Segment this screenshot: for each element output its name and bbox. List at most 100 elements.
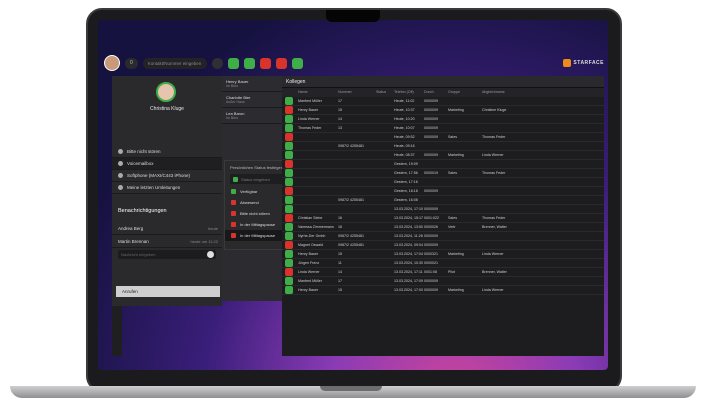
app-icon-green-3[interactable]	[291, 57, 303, 69]
table-cell	[282, 267, 298, 277]
table-row[interactable]: 0987/2 4255481 Gestern, 16:08	[282, 195, 604, 205]
table-row[interactable]: Gestern, 19:09	[282, 159, 604, 169]
table-cell	[282, 114, 298, 124]
table-cell: Heute, 10:37	[394, 108, 415, 112]
table-row[interactable]: Henry Bauer 15 13.03.2024, 17:04 0000321 Mar…	[282, 249, 604, 259]
table-cell: 0000009	[424, 108, 438, 112]
table-cell: 0000009	[424, 288, 438, 292]
menu-item-softphone[interactable]: Softphone (MAXI/C443 iPhone)	[112, 170, 222, 182]
call-button[interactable]: Anrufen	[116, 286, 220, 297]
app-icon-green-2[interactable]	[243, 57, 255, 69]
table-row[interactable]: 13.03.2024, 17:10 0000009	[282, 204, 604, 214]
table-cell: 17	[338, 99, 342, 103]
table-cell	[282, 123, 298, 133]
table-cell: 0987/2 4255481	[338, 243, 364, 247]
menu-item-label: Bitte nicht stören	[127, 149, 161, 154]
table-row[interactable]: Christian Siebe 16 13.03.2024, 15:17 0001:0…	[282, 213, 604, 223]
table-row[interactable]: Jürgen Frenz 11 13.03.2024, 10:30 0000021	[282, 258, 604, 268]
table-row[interactable]: Henry Bauer 15 Heute, 10:37 0000009 Marketin…	[282, 105, 604, 115]
menu-item-label: Meine letzten Umleitungen	[127, 185, 181, 190]
table-cell: 13.03.2024, 17:09	[394, 279, 423, 283]
table-cell: 0001:022	[424, 216, 439, 220]
column-header[interactable]: Abgleichname	[482, 88, 528, 97]
table-cell: Manfred Müller	[298, 99, 322, 103]
phone-icon	[118, 173, 123, 178]
contact-avatar-icon	[285, 204, 293, 213]
contact-item[interactable]: Lea Baron Im Büro	[222, 108, 282, 124]
table-cell: 0000021	[424, 261, 438, 265]
app-icon-red-2[interactable]	[275, 57, 287, 69]
table-cell: 13.03.2024, 13:50	[394, 225, 423, 229]
app-icon-green[interactable]	[227, 57, 239, 69]
menu-item-forwarding[interactable]: Meine letzten Umleitungen	[112, 182, 222, 194]
notification-item[interactable]: Martin Brennan heute um 11:22	[112, 235, 222, 248]
table-row[interactable]: Thomas Feder 13 Heute, 10:07 0000009	[282, 123, 604, 133]
profile-avatar[interactable]	[156, 82, 176, 102]
search-input[interactable]: Kontakt/Nummer eingeben	[142, 57, 207, 69]
table-row[interactable]: Heute, 09:52 0000009 Sales Thomas Feder	[282, 132, 604, 142]
table-row[interactable]: Manfred Müller 17 13.03.2024, 17:09 0000009	[282, 276, 604, 286]
contact-item[interactable]: Charlotte Bier Außer Haus	[222, 92, 282, 108]
status-option-label: Abwesend	[240, 200, 259, 205]
table-cell: 13.03.2024, 15:17	[394, 216, 423, 220]
table-cell: 0000019	[424, 171, 438, 175]
contact-status: Im Büro	[226, 116, 239, 120]
brand: STARFACE	[563, 59, 604, 67]
settings-icon[interactable]	[211, 57, 223, 69]
contact-avatar-icon	[285, 213, 293, 222]
table-row[interactable]: Gestern, 17:16	[282, 177, 604, 187]
column-header[interactable]: Durch	[424, 88, 448, 97]
table-cell: 0987/2 4255481	[338, 198, 364, 202]
menu-item-voicemail[interactable]: Voicemailbox	[112, 158, 222, 170]
dnd-icon	[118, 149, 123, 154]
send-icon[interactable]	[207, 251, 214, 258]
table-cell: Gestern, 19:09	[394, 162, 418, 166]
table-cell: 0987/2 4255481	[338, 234, 364, 238]
notification-pill[interactable]: 0	[125, 57, 138, 69]
column-header[interactable]: Telefon (Off)	[394, 88, 424, 97]
column-header[interactable]: Nummer	[338, 88, 376, 97]
table-cell: 15	[338, 108, 342, 112]
table-cell	[282, 213, 298, 223]
table-cell	[282, 276, 298, 286]
table-row[interactable]: Heute, 08:37 0000009 Marketing Linda Werner	[282, 150, 604, 160]
message-input[interactable]: Nachricht eingeben	[118, 250, 216, 259]
table-row[interactable]: Vanessa Zimmermann 16 13.03.2024, 13:50 000…	[282, 222, 604, 232]
table-cell: 13.03.2024, 10:30	[394, 261, 423, 265]
contact-avatar-icon	[285, 141, 293, 150]
user-avatar[interactable]	[104, 55, 120, 71]
table-cell: 0001:08	[424, 270, 437, 274]
column-header[interactable]: Status	[376, 88, 394, 97]
table-row[interactable]: Nyrhe-Der Gmbh 0987/2 4255481 13.03.2024, …	[282, 231, 604, 241]
status-icon	[231, 189, 236, 194]
table-row[interactable]: Magnet Oswald 0987/2 4255481 13.03.2024, 0…	[282, 240, 604, 250]
table-row[interactable]: 0987/2 4255481 Heute, 09:16	[282, 141, 604, 151]
column-header[interactable]: Gruppe	[448, 88, 482, 97]
app-icon-red[interactable]	[259, 57, 271, 69]
status-option-label: Verfügbar	[240, 189, 258, 194]
table-cell: 0000009	[424, 189, 438, 193]
camera-notch	[326, 10, 380, 22]
profile-name: Christina Kluge	[150, 106, 184, 112]
table-row[interactable]: Linda Werner 14 Heute, 10:20 0000009	[282, 114, 604, 124]
table-cell: Gestern, 16:18	[394, 189, 418, 193]
table-row[interactable]: Gestern, 17:56 0000019 Sales Thomas Feder	[282, 168, 604, 178]
table-row[interactable]: Linda Werner 14 13.03.2024, 17:11 0001:08 Pi…	[282, 267, 604, 277]
message-placeholder: Nachricht eingeben	[121, 252, 156, 257]
notification-item[interactable]: Andrea Berg heute	[112, 222, 222, 235]
table-cell: Thomas Feder	[482, 216, 506, 220]
menu-item-dnd[interactable]: Bitte nicht stören	[112, 146, 222, 158]
table-row[interactable]: Gestern, 16:18 0000009	[282, 186, 604, 196]
column-header[interactable]: Name	[298, 88, 338, 97]
contact-item[interactable]: Henry Bauer Im Büro	[222, 76, 282, 92]
forward-icon	[118, 185, 123, 190]
contact-avatar-icon	[285, 222, 293, 231]
table-row[interactable]: Manfred Müller 17 Heute, 11:02 0000009	[282, 96, 604, 106]
table-cell: Marketing	[448, 108, 464, 112]
contact-avatar-icon	[285, 123, 293, 132]
table-cell: 0000009	[424, 135, 438, 139]
table-cell: 0000009	[424, 99, 438, 103]
table-row[interactable]: Henry Bauer 15 13.03.2024, 17:00 0000009 Mar…	[282, 285, 604, 295]
table-cell: 13.03.2024, 11:28	[394, 234, 423, 238]
table-cell: Heute, 09:16	[394, 144, 415, 148]
